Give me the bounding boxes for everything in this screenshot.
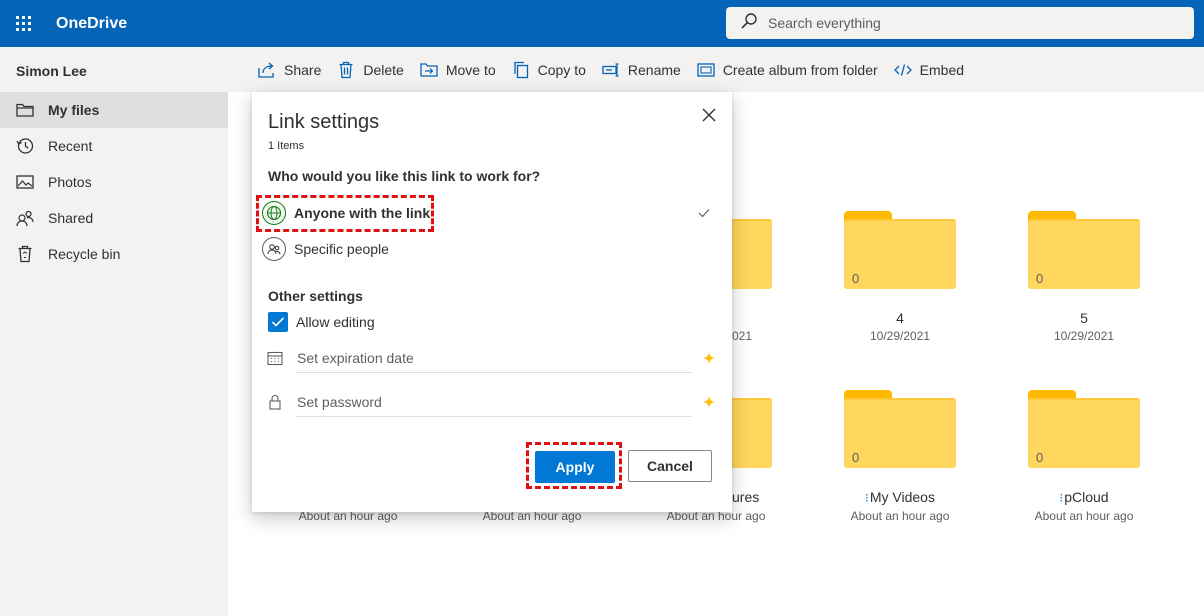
folder-name[interactable]: 5: [1004, 310, 1164, 326]
create-album-label: Create album from folder: [722, 61, 878, 78]
share-label: Share: [284, 61, 322, 78]
move-to-button[interactable]: Move to: [420, 61, 496, 79]
option-specific-people[interactable]: Specific people: [262, 234, 722, 264]
people-icon: [262, 237, 286, 261]
items-count: 1 Items: [268, 140, 305, 152]
photo-icon: [16, 173, 34, 191]
folder-item-count: 0: [852, 450, 860, 465]
share-button[interactable]: Share: [258, 61, 321, 79]
rename-label: Rename: [627, 61, 681, 78]
expiration-date-input[interactable]: Set expiration date: [296, 343, 692, 373]
folder-date: About an hour ago: [1034, 509, 1134, 523]
copy-to-button[interactable]: Copy to: [512, 61, 586, 79]
delete-label: Delete: [363, 61, 404, 78]
calendar-icon: [266, 349, 284, 367]
sidebar-item-my-files[interactable]: My files: [0, 92, 228, 128]
top-bar: OneDrive Search everything: [0, 0, 1204, 47]
folder-item-count: 0: [1036, 271, 1044, 286]
move-to-label: Move to: [445, 61, 496, 78]
sidebar: Simon Lee My files Recent Photos Shared …: [0, 47, 228, 616]
search-box[interactable]: Search everything: [726, 7, 1194, 39]
folder-tile-my-videos[interactable]: 0: [844, 390, 956, 470]
checkbox-checked-icon: [268, 312, 288, 332]
search-icon: [740, 12, 758, 35]
close-button[interactable]: [699, 105, 719, 125]
cancel-button[interactable]: Cancel: [628, 450, 712, 482]
checkmark-icon: [698, 205, 710, 221]
close-icon: [702, 108, 716, 122]
apply-button[interactable]: Apply: [535, 451, 615, 483]
sidebar-item-recent[interactable]: Recent: [0, 128, 228, 164]
search-input[interactable]: Search everything: [768, 15, 881, 31]
rename-button[interactable]: Rename: [602, 61, 681, 79]
people-icon: [16, 209, 34, 227]
folder-name-text: My Videos: [869, 489, 935, 505]
embed-button[interactable]: Embed: [893, 61, 965, 79]
option-anyone-with-link[interactable]: Anyone with the link: [262, 198, 722, 228]
sync-icon: ⁝: [1059, 491, 1064, 505]
embed-label: Embed: [919, 61, 965, 78]
copy-to-label: Copy to: [537, 61, 586, 78]
clock-icon: [16, 137, 34, 155]
folder-name[interactable]: ⁝pCloud: [1004, 489, 1164, 505]
option-label: Specific people: [294, 241, 389, 257]
create-album-button[interactable]: Create album from folder: [697, 61, 878, 79]
sidebar-item-label: My files: [48, 102, 100, 118]
app-launcher-button[interactable]: [0, 0, 47, 47]
option-label: Anyone with the link: [294, 205, 431, 221]
sidebar-item-recycle-bin[interactable]: Recycle bin: [0, 236, 228, 272]
folder-date: About an hour ago: [850, 509, 950, 523]
folder-tile-4[interactable]: 0: [844, 211, 956, 291]
globe-icon: [262, 201, 286, 225]
app-name[interactable]: OneDrive: [56, 15, 127, 33]
sync-icon: ⁝: [865, 491, 869, 505]
link-scope-question: Who would you like this link to work for…: [268, 168, 541, 184]
folder-tile-pcloud[interactable]: 0: [1028, 390, 1140, 470]
sidebar-item-label: Shared: [48, 210, 94, 226]
expiration-date-field[interactable]: Set expiration date: [266, 343, 716, 373]
move-icon: [420, 61, 438, 79]
dialog-title: Link settings: [268, 111, 380, 133]
password-input[interactable]: Set password: [296, 387, 692, 417]
folder-tile-5[interactable]: 0: [1028, 211, 1140, 291]
user-name: Simon Lee: [16, 63, 87, 79]
sidebar-item-label: Recent: [48, 138, 93, 154]
folder-date: 10/29/2021: [1053, 329, 1115, 343]
premium-icon: [702, 351, 716, 365]
sidebar-item-label: Recycle bin: [48, 246, 121, 262]
folder-item-count: 0: [852, 271, 860, 286]
embed-icon: [893, 61, 912, 79]
lock-icon: [266, 393, 284, 411]
delete-button[interactable]: Delete: [337, 61, 404, 79]
copy-icon: [512, 61, 530, 79]
folder-name[interactable]: 4: [820, 310, 980, 326]
allow-editing-checkbox[interactable]: Allow editing: [268, 312, 375, 332]
trash-icon: [337, 61, 355, 79]
recycle-bin-icon: [16, 245, 34, 263]
folder-name-text: pCloud: [1064, 489, 1109, 505]
folder-date: 10/29/2021: [869, 329, 931, 343]
waffle-icon: [16, 16, 31, 31]
album-icon: [697, 61, 715, 79]
other-settings-title: Other settings: [268, 288, 363, 304]
command-bar: Share Delete Move to Copy to Rename Crea…: [228, 47, 1204, 92]
folder-icon: [16, 101, 34, 119]
sidebar-item-label: Photos: [48, 174, 92, 190]
sidebar-item-shared[interactable]: Shared: [0, 200, 228, 236]
folder-item-count: 0: [1036, 450, 1044, 465]
link-settings-dialog: Link settings 1 Items Who would you like…: [252, 92, 732, 512]
premium-icon: [702, 395, 716, 409]
share-icon: [258, 61, 276, 79]
sidebar-item-photos[interactable]: Photos: [0, 164, 228, 200]
rename-icon: [602, 61, 620, 79]
password-field[interactable]: Set password: [266, 387, 716, 417]
folder-name[interactable]: ⁝My Videos: [820, 489, 980, 505]
allow-editing-label: Allow editing: [296, 314, 375, 330]
